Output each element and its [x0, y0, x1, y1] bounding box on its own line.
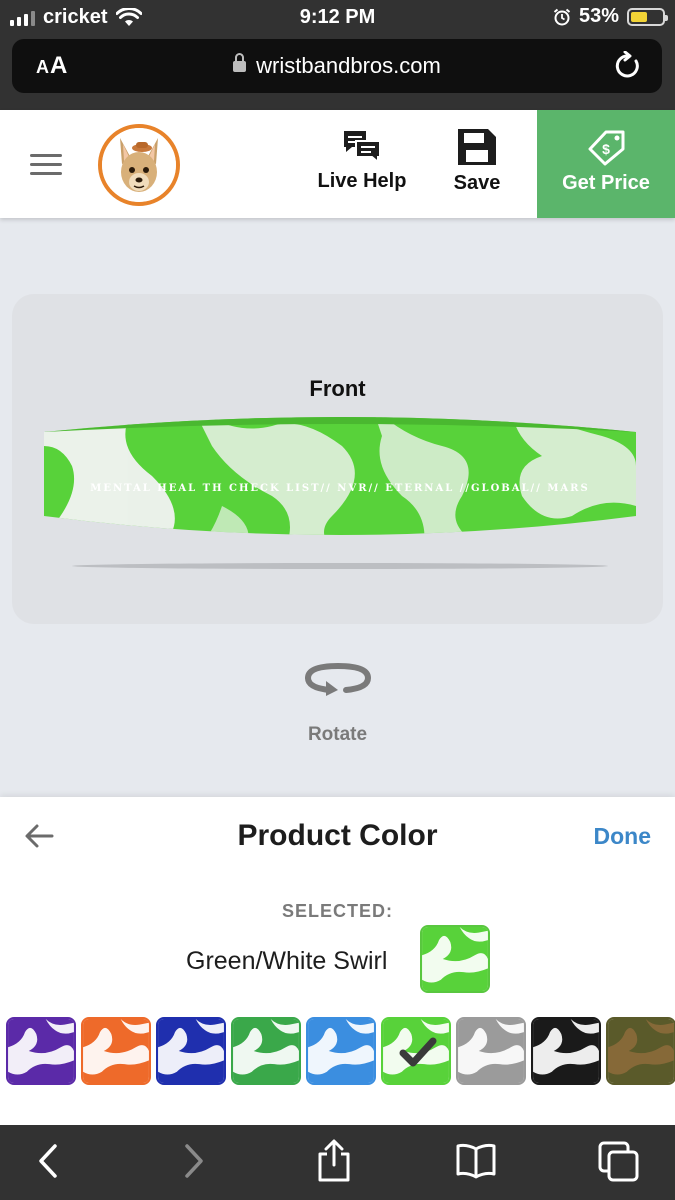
reload-icon[interactable]: [614, 51, 642, 81]
tabs-icon[interactable]: [598, 1141, 640, 1183]
sheet-title: Product Color: [237, 819, 438, 852]
url-text: wristbandbros.com: [256, 53, 441, 78]
back-icon[interactable]: [36, 1143, 60, 1179]
status-right: 53%: [553, 5, 668, 28]
chat-bubbles-icon: [344, 131, 381, 164]
status-bar: cricket 9:12 PM 53%: [0, 0, 675, 34]
share-icon[interactable]: [316, 1139, 352, 1183]
product-color-sheet: Product Color Done SELECTED: Green/White…: [0, 797, 675, 1125]
color-swatch-lightblue-white-swirl[interactable]: [306, 1017, 376, 1085]
lock-icon: [233, 53, 247, 72]
battery-level-fill: [631, 11, 647, 22]
selected-label: SELECTED:: [281, 901, 393, 921]
selected-color-name: Green/White Swirl: [186, 947, 388, 975]
save-button[interactable]: Save: [440, 128, 514, 195]
page: cricket 9:12 PM 53% AA wristbandbros.com…: [0, 0, 675, 1200]
color-swatch-orange-white-swirl[interactable]: [81, 1017, 151, 1085]
site-header: Live Help Save $ Get Price: [0, 110, 675, 218]
browser-toolbar: [0, 1125, 675, 1200]
browser-address-bar: AA wristbandbros.com: [0, 34, 675, 110]
done-button[interactable]: Done: [594, 823, 652, 850]
forward-icon[interactable]: [182, 1143, 206, 1179]
rotate-label[interactable]: Rotate: [0, 724, 675, 746]
floppy-disk-icon: [458, 129, 496, 165]
color-swatch-black-white-swirl[interactable]: [531, 1017, 601, 1085]
get-price-label: Get Price: [562, 172, 650, 194]
get-price-button[interactable]: $ Get Price: [537, 110, 675, 218]
alarm-icon: [553, 8, 571, 25]
battery-icon: [627, 7, 668, 26]
color-swatch-blue-white-swirl[interactable]: [156, 1017, 226, 1085]
url-display[interactable]: wristbandbros.com: [12, 53, 662, 79]
selected-color-swatch: [420, 925, 490, 993]
live-help-button[interactable]: Live Help: [306, 128, 418, 193]
url-field[interactable]: AA wristbandbros.com: [12, 39, 662, 93]
save-label: Save: [453, 172, 501, 194]
wristband-image[interactable]: MENTAL HEAL TH CHECK LIST// NVR// ETERNA…: [42, 406, 638, 576]
view-label: Front: [309, 376, 366, 401]
svg-text:$: $: [602, 141, 610, 157]
hamburger-menu-icon[interactable]: [30, 154, 62, 175]
wristband-preview-panel: Front MENTAL HEAL TH CHECK LIST// NVR// …: [12, 294, 663, 624]
battery-percent: 53%: [578, 5, 619, 27]
color-swatch-green-white-swirl[interactable]: [381, 1017, 451, 1085]
price-tag-icon: $: [588, 130, 625, 166]
color-swatch-camo[interactable]: [606, 1017, 675, 1085]
rotate-icon[interactable]: [300, 662, 376, 696]
live-help-label: Live Help: [317, 170, 407, 192]
chihuahua-logo[interactable]: [98, 124, 180, 206]
bookmarks-icon[interactable]: [455, 1143, 497, 1179]
checkmark-icon: [399, 1037, 437, 1067]
color-swatch-gray-white-swirl[interactable]: [456, 1017, 526, 1085]
wristband-text: MENTAL HEAL TH CHECK LIST// NVR// ETERNA…: [90, 483, 589, 494]
color-swatch-green-white-swirl-dark[interactable]: [231, 1017, 301, 1085]
color-swatch-purple-white-swirl[interactable]: [6, 1017, 76, 1085]
